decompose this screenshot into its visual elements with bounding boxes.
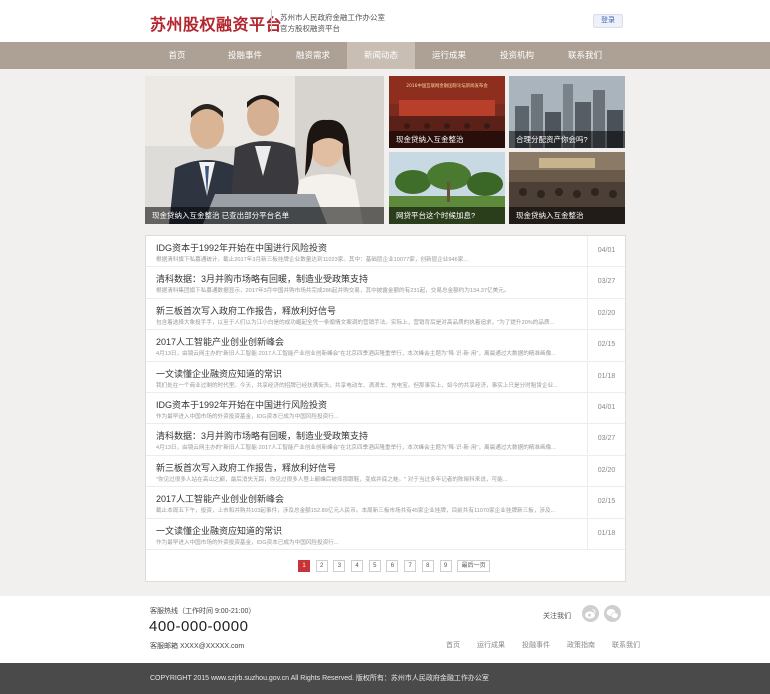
- banner-tile-2-caption: 合理分配资产你会吗?: [509, 131, 625, 148]
- login-button[interactable]: 登录: [593, 14, 623, 28]
- news-summary: 作为最早进入中国市场的外资投资基金，IDG资本已成为中国风险投资行...: [156, 539, 339, 546]
- hotline-label: 客服热线（工作时间 9:00-21:00）: [150, 608, 256, 615]
- wechat-icon[interactable]: [604, 605, 621, 622]
- conference-banner-text: 2016中国互联网金融国际论坛新闻发布会: [406, 82, 488, 89]
- news-date: 02/15: [587, 330, 625, 361]
- news-title[interactable]: 新三板首次写入政府工作报告，释放利好信号: [156, 461, 336, 474]
- news-date: 01/18: [587, 361, 625, 392]
- page-button-1[interactable]: 1: [298, 560, 310, 572]
- banner-tile-4-caption: 现金贷纳入互金整治: [509, 207, 625, 224]
- site-header: 苏州股权融资平台 苏州市人民政府金融工作办公室 官方股权融资平台 登录: [0, 0, 770, 42]
- last-page-button[interactable]: 最后一页: [457, 560, 491, 572]
- org-name: 苏州市人民政府金融工作办公室: [280, 13, 385, 22]
- news-item[interactable]: 新三板首次写入政府工作报告，释放利好信号 "你见过很多人站在高山之巅，最后消失无…: [146, 455, 625, 488]
- page-button-3[interactable]: 3: [333, 560, 346, 572]
- business-team-photo: [145, 76, 384, 224]
- site-logo[interactable]: 苏州股权融资平台: [150, 11, 282, 35]
- nav-institutions[interactable]: 投资机构: [483, 42, 551, 69]
- news-title[interactable]: IDG资本于1992年开始在中国进行风险投资: [156, 241, 327, 254]
- news-date: 01/18: [587, 518, 625, 549]
- news-title[interactable]: 清科数据：3月并购市场略有回暖，制造业受政策支持: [156, 272, 368, 285]
- service-email: 客服邮箱 XXXX@XXXXX.com: [150, 643, 245, 650]
- news-summary: 我们处在一个商业过剩的时代里。今天，共享经济的招牌已经扶满街头，共享电动车、滴滴…: [156, 382, 558, 389]
- logo-divider: [271, 10, 272, 32]
- news-item[interactable]: IDG资本于1992年开始在中国进行风险投资 作为最早进入中国市场的外资投资基金…: [146, 393, 625, 425]
- banner-main[interactable]: 现金贷纳入互金整治 已查出部分平台名单: [145, 76, 384, 224]
- news-item[interactable]: 清科数据：3月并购市场略有回暖，制造业受政策支持 4月13日，由镜云网主办的"新…: [146, 424, 625, 456]
- footer-link-results[interactable]: 运行成果: [477, 640, 505, 650]
- news-summary: 截止本周五下午，投资，上市和并购共103起事件，涉及总金额152.89亿元人民币…: [156, 508, 556, 515]
- news-summary: 4月13日，由镜云网主办的"新旧人工智能·2017人工智能产业创业创新峰会"在北…: [156, 351, 556, 358]
- news-date: 03/27: [587, 424, 625, 455]
- page-button-2[interactable]: 2: [315, 560, 328, 572]
- news-item[interactable]: 新三板首次写入政府工作报告，释放利好信号 包含着选择大象投手手，以至于人们以为江…: [146, 298, 625, 331]
- news-date: 04/01: [587, 236, 625, 266]
- footer-nav: 首页 运行成果 投融事件 政策指南 联系我们: [446, 640, 657, 650]
- pagination: 1 2 3 4 5 6 7 8 9 最后一页: [298, 560, 496, 572]
- news-item[interactable]: IDG资本于1992年开始在中国进行风险投资 根据清科旗下私募通统计，截止201…: [146, 236, 625, 268]
- follow-us-label: 关注我们: [543, 613, 571, 620]
- news-title[interactable]: 清科数据：3月并购市场略有回暖，制造业受政策支持: [156, 429, 368, 442]
- news-summary: 作为最早进入中国市场的外资投资基金，IDG资本已成为中国风险投资行...: [156, 414, 339, 420]
- news-title[interactable]: IDG资本于1992年开始在中国进行风险投资: [156, 398, 327, 411]
- page-button-7[interactable]: 7: [404, 560, 417, 572]
- news-item[interactable]: 一文读懂企业融资应知道的常识 我们处在一个商业过剩的时代里。今天，共享经济的招牌…: [146, 361, 625, 393]
- footer-link-events[interactable]: 投融事件: [522, 640, 550, 650]
- page-button-8[interactable]: 8: [421, 560, 434, 572]
- news-list: IDG资本于1992年开始在中国进行风险投资 根据清科旗下私募通统计，截止201…: [145, 235, 626, 582]
- nav-news[interactable]: 新闻动态: [347, 42, 415, 69]
- page-button-6[interactable]: 6: [386, 560, 399, 572]
- nav-financing-needs[interactable]: 融资需求: [279, 42, 347, 69]
- nav-investment-events[interactable]: 投融事件: [211, 42, 279, 69]
- news-item[interactable]: 清科数据：3月并购市场略有回暖，制造业受政策支持 根据清科集团旗下私募通数据显示…: [146, 267, 625, 299]
- hotline-number: 400-000-0000: [149, 618, 249, 635]
- news-item[interactable]: 一文读懂企业融资应知道的常识 作为最早进入中国市场的外资投资基金，IDG资本已成…: [146, 518, 625, 550]
- news-item[interactable]: 2017人工智能产业创业创新峰会 4月13日，由镜云网主办的"新旧人工智能·20…: [146, 330, 625, 362]
- news-summary: 包含着选择大象投手手，以至于人们以为江小白是的成功崛起全凭一条煽情文案调的营销手…: [156, 319, 555, 326]
- weibo-icon[interactable]: [582, 605, 599, 622]
- org-info: 苏州市人民政府金融工作办公室 官方股权融资平台: [280, 12, 385, 34]
- banner-tile-3-caption: 网贷平台这个时候加息?: [389, 207, 505, 224]
- banner-tile-1[interactable]: 2016中国互联网金融国际论坛新闻发布会 现金贷纳入互金整治: [389, 76, 505, 148]
- footer-link-home[interactable]: 首页: [446, 640, 460, 650]
- footer-link-policy[interactable]: 政策指南: [567, 640, 595, 650]
- banner-tile-2[interactable]: 合理分配资产你会吗?: [509, 76, 625, 148]
- site-footer: 客服热线（工作时间 9:00-21:00） 400-000-0000 客服邮箱 …: [0, 596, 770, 663]
- news-date: 02/20: [587, 455, 625, 486]
- news-date: 03/27: [587, 267, 625, 298]
- footer-link-contact[interactable]: 联系我们: [612, 640, 640, 650]
- news-summary: 根据清科旗下私募通统计，截止2017年3月新三板挂牌企业数量达到11023家。其…: [156, 257, 468, 263]
- news-date: 02/20: [587, 298, 625, 329]
- banner-main-caption: 现金贷纳入互金整治 已查出部分平台名单: [145, 207, 384, 224]
- nav-results[interactable]: 运行成果: [415, 42, 483, 69]
- news-title[interactable]: 2017人工智能产业创业创新峰会: [156, 335, 284, 348]
- page-button-4[interactable]: 4: [351, 560, 364, 572]
- banner-tile-3[interactable]: 网贷平台这个时候加息?: [389, 152, 505, 224]
- news-item[interactable]: 2017人工智能产业创业创新峰会 截止本周五下午，投资，上市和并购共103起事件…: [146, 487, 625, 519]
- main-nav: 首页 投融事件 融资需求 新闻动态 运行成果 投资机构 联系我们: [0, 42, 770, 69]
- news-title[interactable]: 2017人工智能产业创业创新峰会: [156, 492, 284, 505]
- news-title[interactable]: 一文读懂企业融资应知道的常识: [156, 524, 282, 537]
- org-subtitle: 官方股权融资平台: [280, 24, 340, 33]
- news-date: 02/15: [587, 487, 625, 518]
- page-button-9[interactable]: 9: [439, 560, 452, 572]
- copyright-bar: COPYRIGHT 2015 www.szjrb.suzhou.gov.cn A…: [0, 663, 770, 694]
- news-summary: "你见过很多人站在高山之巅，最后消失无踪，你见过很多人登上巅峰后被摔那跟鞋，变成…: [156, 476, 508, 483]
- nav-home[interactable]: 首页: [143, 42, 211, 69]
- banner-tile-4[interactable]: 现金贷纳入互金整治: [509, 152, 625, 224]
- page-button-5[interactable]: 5: [368, 560, 381, 572]
- nav-contact[interactable]: 联系我们: [551, 42, 619, 69]
- banner-tile-1-caption: 现金贷纳入互金整治: [389, 131, 505, 148]
- news-summary: 4月13日，由镜云网主办的"新旧人工智能·2017人工智能产业创业创新峰会"在北…: [156, 445, 556, 452]
- news-title[interactable]: 新三板首次写入政府工作报告，释放利好信号: [156, 304, 336, 317]
- news-date: 04/01: [587, 393, 625, 423]
- news-summary: 根据清科集团旗下私募通数据显示，2017年3月中国并购市场共完成286起并购交易…: [156, 288, 510, 295]
- news-title[interactable]: 一文读懂企业融资应知道的常识: [156, 367, 282, 380]
